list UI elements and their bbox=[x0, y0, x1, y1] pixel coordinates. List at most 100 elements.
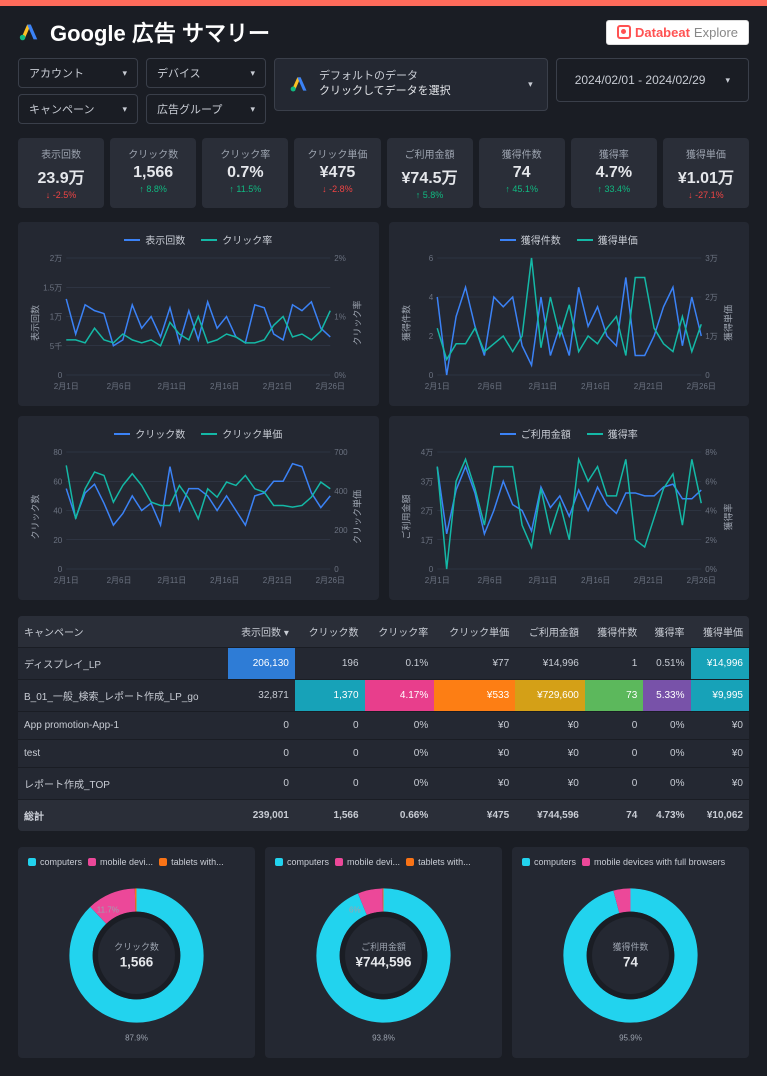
svg-text:20: 20 bbox=[53, 536, 62, 545]
svg-text:3万: 3万 bbox=[420, 477, 432, 486]
svg-text:700: 700 bbox=[334, 448, 348, 457]
svg-text:2月6日: 2月6日 bbox=[107, 382, 132, 391]
date-range-selector[interactable]: 2024/02/01 - 2024/02/29 bbox=[556, 58, 749, 102]
campaign-table: キャンペーン表示回数 ▾クリック数クリック率クリック単価ご利用金額獲得件数獲得率… bbox=[18, 616, 749, 831]
svg-text:2月1日: 2月1日 bbox=[424, 576, 449, 585]
svg-text:2月21日: 2月21日 bbox=[633, 382, 662, 391]
svg-text:200: 200 bbox=[334, 526, 348, 535]
donut-chart: computersmobile devi...tablets with...クリ… bbox=[18, 847, 255, 1058]
svg-text:2月6日: 2月6日 bbox=[477, 576, 502, 585]
svg-text:0: 0 bbox=[428, 371, 433, 380]
svg-text:8%: 8% bbox=[705, 448, 717, 457]
svg-text:2万: 2万 bbox=[50, 254, 62, 263]
line-chart: 表示回数クリック率05千1万1.5万2万0%1%2%2月1日2月6日2月11日2… bbox=[18, 222, 379, 406]
svg-text:1万: 1万 bbox=[420, 536, 432, 545]
svg-text:2月1日: 2月1日 bbox=[54, 382, 79, 391]
filter-controls: アカウント キャンペーン デバイス 広告グループ デフォルトのデータ クリックし… bbox=[0, 58, 767, 132]
svg-text:獲得件数: 獲得件数 bbox=[400, 305, 411, 341]
svg-text:2月16日: 2月16日 bbox=[580, 576, 609, 585]
google-ads-icon bbox=[289, 74, 309, 94]
svg-text:1%: 1% bbox=[334, 313, 346, 322]
svg-text:ご利用金額: ご利用金額 bbox=[400, 494, 411, 539]
account-filter[interactable]: アカウント bbox=[18, 58, 138, 88]
svg-text:2月26日: 2月26日 bbox=[316, 576, 345, 585]
donut-row: computersmobile devi...tablets with...クリ… bbox=[0, 839, 767, 1076]
svg-text:2月11日: 2月11日 bbox=[528, 576, 557, 585]
svg-text:1万: 1万 bbox=[705, 332, 717, 341]
svg-text:6: 6 bbox=[428, 254, 433, 263]
svg-text:2万: 2万 bbox=[705, 293, 717, 302]
svg-text:6%: 6% bbox=[705, 477, 717, 486]
svg-text:2月11日: 2月11日 bbox=[157, 576, 186, 585]
svg-text:0: 0 bbox=[58, 371, 63, 380]
svg-text:0: 0 bbox=[58, 565, 63, 574]
line-chart: ご利用金額獲得率01万2万3万4万0%2%4%6%8%2月1日2月6日2月11日… bbox=[389, 416, 750, 600]
svg-text:2%: 2% bbox=[334, 254, 346, 263]
svg-text:2月21日: 2月21日 bbox=[263, 382, 292, 391]
svg-text:クリック数: クリック数 bbox=[114, 941, 159, 952]
svg-text:2月1日: 2月1日 bbox=[424, 382, 449, 391]
svg-text:獲得件数: 獲得件数 bbox=[613, 941, 649, 952]
svg-text:400: 400 bbox=[334, 487, 348, 496]
svg-text:2%: 2% bbox=[705, 536, 717, 545]
kpi-card: 表示回数23.9万↓ -2.5% bbox=[18, 138, 104, 208]
line-chart: クリック数クリック単価02040608002004007002月1日2月6日2月… bbox=[18, 416, 379, 600]
svg-text:2月11日: 2月11日 bbox=[157, 382, 186, 391]
svg-text:2月16日: 2月16日 bbox=[580, 382, 609, 391]
svg-text:0: 0 bbox=[428, 565, 433, 574]
svg-text:5千: 5千 bbox=[50, 341, 62, 351]
google-ads-icon bbox=[18, 21, 40, 43]
svg-text:2月26日: 2月26日 bbox=[316, 382, 345, 391]
svg-text:93.8%: 93.8% bbox=[372, 1034, 395, 1043]
table-total: 総計239,0011,5660.66%¥475¥744,596744.73%¥1… bbox=[18, 800, 749, 832]
svg-text:87.9%: 87.9% bbox=[125, 1034, 148, 1043]
kpi-card: 獲得件数74↑ 45.1% bbox=[479, 138, 565, 208]
svg-text:2万: 2万 bbox=[420, 507, 432, 516]
svg-text:クリック率: クリック率 bbox=[351, 300, 362, 345]
svg-text:4: 4 bbox=[428, 293, 433, 302]
kpi-card: ご利用金額¥74.5万↑ 5.8% bbox=[387, 138, 473, 208]
table-row: ディスプレイ_LP206,1301960.1%¥77¥14,99610.51%¥… bbox=[18, 648, 749, 680]
svg-text:獲得単価: 獲得単価 bbox=[722, 305, 733, 341]
svg-text:2月21日: 2月21日 bbox=[633, 576, 662, 585]
donut-chart: computersmobile devi...tablets with...ご利… bbox=[265, 847, 502, 1058]
kpi-card: クリック数1,566↑ 8.8% bbox=[110, 138, 196, 208]
svg-text:¥744,596: ¥744,596 bbox=[356, 954, 412, 969]
svg-text:6%: 6% bbox=[349, 906, 361, 915]
svg-text:4%: 4% bbox=[705, 507, 717, 516]
svg-text:1万: 1万 bbox=[50, 313, 62, 322]
svg-text:0: 0 bbox=[334, 565, 339, 574]
table-row: レポート作成_TOP000%¥0¥000%¥0 bbox=[18, 768, 749, 800]
table-row: test000%¥0¥000%¥0 bbox=[18, 740, 749, 768]
line-chart: 獲得件数獲得単価024601万2万3万2月1日2月6日2月11日2月16日2月2… bbox=[389, 222, 750, 406]
page-title: Google 広告 サマリー bbox=[50, 16, 270, 48]
svg-text:2月1日: 2月1日 bbox=[54, 576, 79, 585]
svg-text:2月21日: 2月21日 bbox=[263, 576, 292, 585]
svg-text:2: 2 bbox=[428, 332, 433, 341]
donut-chart: computersmobile devices with full browse… bbox=[512, 847, 749, 1058]
campaign-filter[interactable]: キャンペーン bbox=[18, 94, 138, 124]
svg-text:2月16日: 2月16日 bbox=[210, 576, 239, 585]
svg-text:0: 0 bbox=[705, 371, 710, 380]
svg-text:2月16日: 2月16日 bbox=[210, 382, 239, 391]
svg-text:60: 60 bbox=[53, 477, 62, 486]
data-selector[interactable]: デフォルトのデータ クリックしてデータを選択 bbox=[274, 58, 548, 111]
charts-grid: 表示回数クリック率05千1万1.5万2万0%1%2%2月1日2月6日2月11日2… bbox=[0, 214, 767, 608]
svg-text:1.5万: 1.5万 bbox=[43, 283, 62, 292]
svg-text:0%: 0% bbox=[334, 371, 346, 380]
svg-text:1,566: 1,566 bbox=[120, 954, 154, 969]
header: Google 広告 サマリー Databeat Explore bbox=[0, 6, 767, 58]
svg-text:40: 40 bbox=[53, 507, 62, 516]
table-row: B_01_一般_検索_レポート作成_LP_go32,8711,3704.17%¥… bbox=[18, 680, 749, 712]
adgroup-filter[interactable]: 広告グループ bbox=[146, 94, 266, 124]
svg-text:2月6日: 2月6日 bbox=[107, 576, 132, 585]
svg-text:80: 80 bbox=[53, 448, 62, 457]
kpi-card: クリック単価¥475↓ -2.8% bbox=[294, 138, 380, 208]
svg-text:2月26日: 2月26日 bbox=[686, 576, 715, 585]
brand-badge: Databeat Explore bbox=[606, 20, 749, 45]
device-filter[interactable]: デバイス bbox=[146, 58, 266, 88]
kpi-card: 獲得単価¥1.01万↓ -27.1% bbox=[663, 138, 749, 208]
svg-text:クリック数: クリック数 bbox=[29, 494, 40, 539]
svg-text:獲得率: 獲得率 bbox=[722, 503, 733, 530]
kpi-row: 表示回数23.9万↓ -2.5%クリック数1,566↑ 8.8%クリック率0.7… bbox=[0, 132, 767, 214]
